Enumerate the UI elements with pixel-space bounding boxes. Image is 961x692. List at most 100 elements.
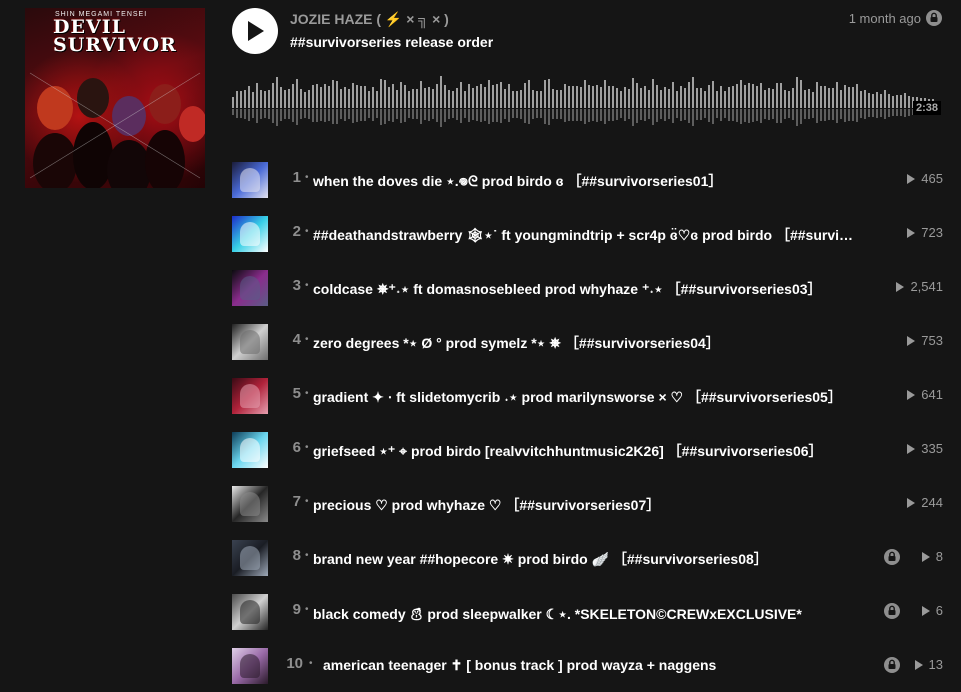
track-title[interactable]: black comedy ⛄︎ prod sleepwalker ☾⋆. *SK…: [313, 603, 858, 624]
track-title[interactable]: coldcase ✵⁺˖⋆ ft domasnosebleed prod why…: [313, 279, 858, 299]
waveform-bar: [320, 87, 322, 108]
waveform-bar-reflection: [424, 109, 426, 120]
waveform-bar: [560, 90, 562, 108]
separator-dot: •: [305, 604, 309, 615]
track-title[interactable]: griefseed ⋆⁺ ⌖ prod birdo [realvvitchhun…: [313, 441, 858, 461]
waveform-bar-reflection: [680, 109, 682, 121]
waveform-bar: [264, 91, 266, 108]
track-title[interactable]: ##deathandstrawberry 🕸︎⋆˙ ft youngmindtr…: [313, 225, 858, 245]
separator-dot: •: [305, 226, 309, 237]
track-thumbnail[interactable]: [232, 486, 268, 522]
track-number: 6: [292, 439, 301, 456]
waveform-scrubber[interactable]: [232, 68, 941, 138]
waveform-bar-reflection: [260, 109, 262, 119]
waveform-bar-reflection: [464, 109, 466, 118]
track-row[interactable]: 4 • zero degrees *⋆ Ø ° prod symelz *⋆ ✵ ［…: [229, 314, 961, 368]
waveform-bar-reflection: [468, 109, 470, 122]
waveform-bar: [312, 85, 314, 108]
play-count-value: 13: [928, 657, 943, 672]
play-count: 13: [914, 657, 943, 672]
track-thumbnail[interactable]: [232, 540, 268, 576]
play-count-value: 753: [921, 333, 943, 348]
track-thumbnail[interactable]: [232, 648, 268, 684]
waveform-bar-reflection: [904, 109, 906, 117]
track-thumbnail[interactable]: [232, 432, 268, 468]
waveform-bar: [540, 91, 542, 108]
track-thumbnail[interactable]: [232, 594, 268, 630]
waveform-bar: [268, 90, 270, 108]
waveform-bar: [720, 86, 722, 108]
track-thumbnail[interactable]: [232, 162, 268, 198]
lock-icon: [884, 657, 900, 673]
waveform-bar: [804, 90, 806, 108]
waveform-bar: [616, 88, 618, 108]
waveform-bar: [700, 88, 702, 108]
waveform-bar-reflection: [844, 109, 846, 122]
waveform-bar: [756, 86, 758, 108]
album-artwork[interactable]: SHIN MEGAMI TENSEI DEVIL SURVIVOR: [25, 8, 205, 188]
track-title[interactable]: gradient ✦ ⋅ ft slidetomycrib ˖⋆ prod ma…: [313, 387, 858, 407]
waveform-bar-reflection: [292, 109, 294, 122]
track-row[interactable]: 5 • gradient ✦ ⋅ ft slidetomycrib ˖⋆ prod …: [229, 368, 961, 422]
waveform-bar-reflection: [524, 109, 526, 123]
waveform-bar-reflection: [264, 109, 266, 118]
thumbnail-figure: [240, 168, 260, 192]
lock-icon: [884, 603, 900, 619]
waveform-bar: [880, 94, 882, 108]
separator-dot: •: [309, 658, 313, 669]
waveform-bar: [592, 86, 594, 108]
track-thumbnail[interactable]: [232, 216, 268, 252]
track-row[interactable]: 9 • black comedy ⛄︎ prod sleepwalker ☾⋆. *…: [229, 584, 961, 638]
play-count: 2,541: [896, 279, 943, 294]
play-count-icon: [907, 173, 916, 184]
track-title[interactable]: brand new year ##hopecore ✷ prod birdo 🪽…: [313, 549, 858, 569]
playlist-title[interactable]: ##survivorseries release order: [290, 34, 493, 50]
waveform-bar: [256, 83, 258, 108]
artist-name[interactable]: JOZIE HAZE ( ⚡ × ╗ × ): [290, 11, 449, 28]
track-row[interactable]: 1 • when the doves die ⋆.𖦹ᘓ prod birdo ɞ ［…: [229, 152, 961, 206]
thumbnail-figure: [240, 600, 260, 624]
waveform-bar-reflection: [412, 109, 414, 119]
track-row[interactable]: 7 • precious ♡ prod whyhaze ♡ ［##survivors…: [229, 476, 961, 530]
waveform-bar-reflection: [320, 109, 322, 121]
track-thumbnail[interactable]: [232, 324, 268, 360]
waveform-bar-reflection: [712, 109, 714, 124]
track-row[interactable]: 2 • ##deathandstrawberry 🕸︎⋆˙ ft youngmind…: [229, 206, 961, 260]
track-number: 7: [292, 493, 301, 510]
play-count: 6: [921, 603, 943, 618]
track-title[interactable]: american teenager ✝ [ bonus track ] prod…: [323, 657, 868, 674]
track-row[interactable]: 10 • american teenager ✝ [ bonus track ] p…: [229, 638, 961, 692]
play-count-value: 641: [921, 387, 943, 402]
waveform-bar-reflection: [552, 109, 554, 119]
waveform-bar: [384, 80, 386, 108]
separator-dot: •: [305, 496, 309, 507]
track-thumbnail[interactable]: [232, 270, 268, 306]
waveform-bar: [348, 89, 350, 108]
waveform-bar: [236, 91, 238, 108]
waveform-bar: [908, 96, 910, 108]
waveform-bar: [824, 86, 826, 108]
waveform-bar-reflection: [756, 109, 758, 121]
waveform-bar: [244, 90, 246, 108]
waveform-bar: [456, 88, 458, 108]
track-row[interactable]: 8 • brand new year ##hopecore ✷ prod birdo…: [229, 530, 961, 584]
waveform-bar-reflection: [484, 109, 486, 121]
track-title[interactable]: when the doves die ⋆.𖦹ᘓ prod birdo ɞ ［##…: [313, 171, 858, 191]
play-button[interactable]: [232, 8, 278, 54]
play-count-icon: [907, 389, 916, 400]
track-title[interactable]: precious ♡ prod whyhaze ♡ ［##survivorser…: [313, 495, 858, 515]
waveform-bar: [704, 91, 706, 108]
track-row[interactable]: 3 • coldcase ✵⁺˖⋆ ft domasnosebleed prod w…: [229, 260, 961, 314]
waveform-bar-reflection: [324, 109, 326, 122]
waveform-bar-reflection: [540, 109, 542, 118]
track-row[interactable]: 6 • griefseed ⋆⁺ ⌖ prod birdo [realvvitchh…: [229, 422, 961, 476]
play-count-icon: [896, 281, 905, 292]
waveform-bar: [708, 85, 710, 108]
track-title[interactable]: zero degrees *⋆ Ø ° prod symelz *⋆ ✵ ［##…: [313, 333, 858, 353]
waveform-bar-reflection: [876, 109, 878, 118]
waveform-bar-reflection: [840, 109, 842, 119]
track-thumbnail[interactable]: [232, 378, 268, 414]
waveform-bar-reflection: [776, 109, 778, 123]
waveform-bar: [356, 85, 358, 108]
play-count-value: 465: [921, 171, 943, 186]
